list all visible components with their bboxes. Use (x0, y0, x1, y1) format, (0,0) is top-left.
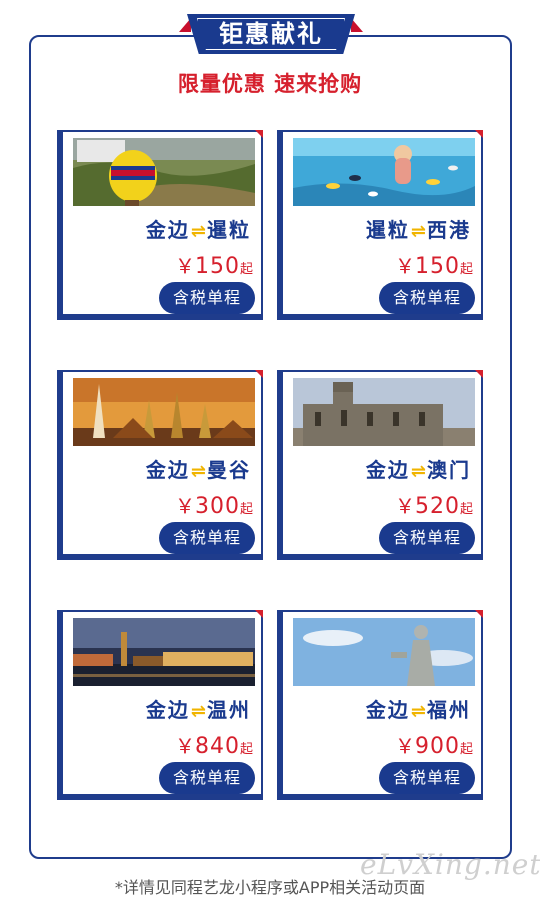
ruins-photo-icon (293, 378, 475, 446)
route-label: 金边⇌温州 (145, 698, 251, 722)
statue-photo-icon (293, 618, 475, 686)
card-corner-accent (475, 370, 483, 378)
route-label: 金边⇌澳门 (365, 458, 471, 482)
swap-arrows-icon: ⇌ (190, 221, 206, 242)
route-label: 暹粒⇌西港 (365, 218, 471, 242)
snorkel-photo-icon (293, 138, 475, 206)
swap-arrows-icon: ⇌ (190, 701, 206, 722)
price: ￥300起 (174, 494, 253, 519)
route-card-rep-kos[interactable]: 暹粒⇌西港 ￥150起 含税单程 (277, 130, 483, 320)
card-corner-accent (475, 610, 483, 618)
one-way-tax-button[interactable]: 含税单程 (379, 282, 475, 314)
route-photo (73, 138, 255, 206)
promo-subtitle: 限量优惠 速来抢购 (177, 72, 363, 96)
swap-arrows-icon: ⇌ (190, 461, 206, 482)
route-label: 金边⇌暹粒 (145, 218, 251, 242)
route-photo (73, 378, 255, 446)
route-card-pnh-wnz[interactable]: 金边⇌温州 ￥840起 含税单程 (57, 610, 263, 800)
route-card-pnh-bkk[interactable]: 金边⇌曼谷 ￥300起 含税单程 (57, 370, 263, 560)
swap-arrows-icon: ⇌ (410, 701, 426, 722)
footer-note: *详情见同程艺龙小程序或APP相关活动页面 (114, 878, 426, 897)
temple-photo-icon (73, 378, 255, 446)
price: ￥150起 (174, 254, 253, 279)
route-card-pnh-foc[interactable]: 金边⇌福州 ￥900起 含税单程 (277, 610, 483, 800)
one-way-tax-button[interactable]: 含税单程 (159, 762, 255, 794)
swap-arrows-icon: ⇌ (410, 221, 426, 242)
route-label: 金边⇌福州 (365, 698, 471, 722)
balloon-photo-icon (73, 138, 255, 206)
route-photo (293, 618, 475, 686)
header-banner: 钜惠献礼 (179, 14, 363, 54)
one-way-tax-button[interactable]: 含税单程 (379, 762, 475, 794)
route-photo (293, 138, 475, 206)
price: ￥900起 (394, 734, 473, 759)
route-photo (293, 378, 475, 446)
route-label: 金边⇌曼谷 (145, 458, 251, 482)
route-card-pnh-rep[interactable]: 金边⇌暹粒 ￥150起 含税单程 (57, 130, 263, 320)
one-way-tax-button[interactable]: 含税单程 (159, 522, 255, 554)
card-corner-accent (475, 130, 483, 138)
one-way-tax-button[interactable]: 含税单程 (159, 282, 255, 314)
card-corner-accent (255, 130, 263, 138)
night-city-photo-icon (73, 618, 255, 686)
page-title: 钜惠献礼 (219, 20, 323, 48)
price: ￥840起 (174, 734, 253, 759)
one-way-tax-button[interactable]: 含税单程 (379, 522, 475, 554)
price: ￥520起 (394, 494, 473, 519)
route-card-pnh-mfm[interactable]: 金边⇌澳门 ￥520起 含税单程 (277, 370, 483, 560)
swap-arrows-icon: ⇌ (410, 461, 426, 482)
card-corner-accent (255, 370, 263, 378)
route-photo (73, 618, 255, 686)
price: ￥150起 (394, 254, 473, 279)
card-corner-accent (255, 610, 263, 618)
